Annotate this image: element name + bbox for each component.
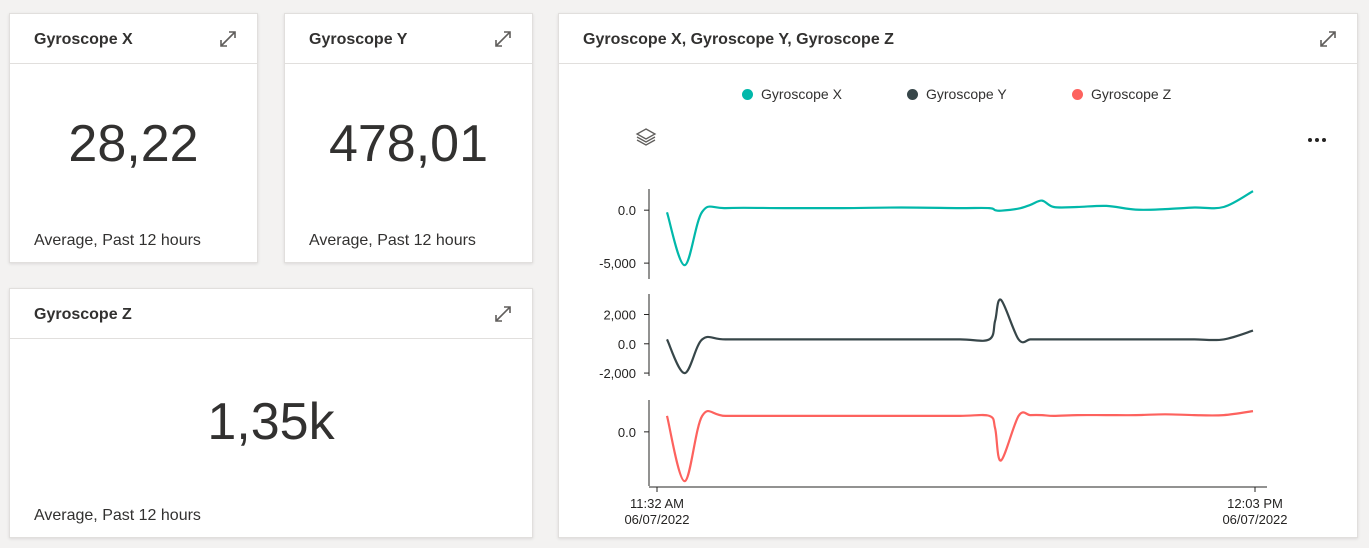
x-tick-date-label: 06/07/2022 — [624, 512, 689, 527]
gyroscope-chart-tile: Gyroscope X, Gyroscope Y, Gyroscope Z Gy… — [558, 13, 1358, 538]
expand-icon[interactable] — [217, 28, 239, 50]
y-tick-label: -2,000 — [599, 366, 636, 381]
gyroscope-x-tile: Gyroscope X 28,22 Average, Past 12 hours — [9, 13, 258, 263]
expand-icon[interactable] — [492, 28, 514, 50]
series-line-gyroscope-z — [665, 410, 1254, 483]
kpi-value: 28,22 — [68, 115, 199, 173]
y-tick-label: -5,000 — [599, 256, 636, 271]
gyroscope-z-tile: Gyroscope Z 1,35k Average, Past 12 hours — [9, 288, 533, 538]
tile-title: Gyroscope X — [34, 31, 133, 48]
y-tick-label: 0.0 — [618, 425, 636, 440]
line-chart: 0.0-5,0002,0000.0-2,0000.011:32 AM06/07/… — [599, 189, 1288, 527]
kpi-subtitle: Average, Past 12 hours — [34, 232, 201, 249]
series-line-gyroscope-y — [666, 298, 1254, 375]
y-tick-label: 0.0 — [618, 203, 636, 218]
kpi-value: 478,01 — [328, 115, 489, 173]
expand-icon[interactable] — [492, 303, 514, 325]
y-tick-label: 2,000 — [603, 308, 636, 323]
kpi-value: 1,35k — [207, 393, 335, 451]
tile-title: Gyroscope Y — [309, 31, 408, 48]
x-tick-label: 12:03 PM — [1227, 496, 1283, 511]
x-tick-label: 11:32 AM — [630, 496, 684, 511]
gyroscope-y-tile: Gyroscope Y 478,01 Average, Past 12 hour… — [284, 13, 533, 263]
tile-header: Gyroscope Y — [285, 14, 532, 64]
kpi-subtitle: Average, Past 12 hours — [309, 232, 476, 249]
x-tick-date-label: 06/07/2022 — [1222, 512, 1287, 527]
y-tick-label: 0.0 — [618, 337, 636, 352]
series-line-gyroscope-x — [665, 190, 1254, 267]
tile-header: Gyroscope Z — [10, 289, 532, 339]
tile-title: Gyroscope Z — [34, 306, 132, 323]
tile-header: Gyroscope X — [10, 14, 257, 64]
kpi-subtitle: Average, Past 12 hours — [34, 507, 201, 524]
